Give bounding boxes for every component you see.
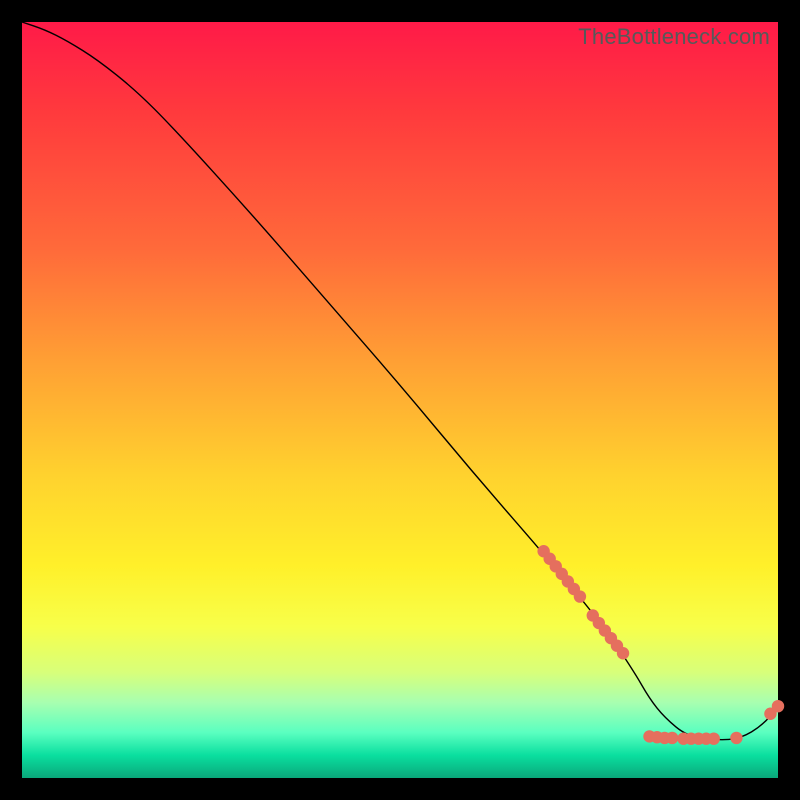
data-dot — [708, 732, 720, 744]
chart-stage: TheBottleneck.com — [0, 0, 800, 800]
data-dot — [666, 732, 678, 744]
bottleneck-curve — [22, 22, 778, 740]
plot-area: TheBottleneck.com — [22, 22, 778, 778]
data-dots — [537, 545, 784, 745]
data-dot — [772, 700, 784, 712]
chart-overlay — [22, 22, 778, 778]
data-dot — [730, 732, 742, 744]
data-dot — [574, 590, 586, 602]
data-dot — [617, 647, 629, 659]
